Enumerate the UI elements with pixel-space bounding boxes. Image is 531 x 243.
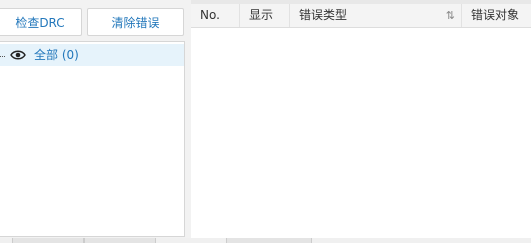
clear-errors-button[interactable]: 清除错误: [87, 8, 184, 36]
error-tree: 全部 (0): [0, 41, 185, 237]
sort-icon[interactable]: ⇅: [446, 4, 455, 27]
column-header-no[interactable]: No.: [191, 4, 240, 27]
drc-side-panel: 检查DRC 清除错误 全部 (0): [0, 0, 191, 243]
column-header-error-object[interactable]: 错误对象: [462, 4, 531, 27]
eye-icon[interactable]: [10, 49, 26, 61]
check-drc-button[interactable]: 检查DRC: [0, 8, 82, 36]
bottom-tab[interactable]: [226, 238, 312, 243]
error-table-body: [191, 28, 531, 238]
column-header-error-type-label: 错误类型: [299, 8, 348, 22]
column-header-error-type[interactable]: 错误类型 ⇅: [290, 4, 462, 27]
column-header-show[interactable]: 显示: [240, 4, 290, 27]
bottom-tab[interactable]: [84, 238, 156, 243]
table-header: No. 显示 错误类型 ⇅ 错误对象: [191, 4, 531, 28]
tree-connector: [0, 56, 5, 57]
tree-item-label: 全部 (0): [34, 48, 79, 62]
tree-item-all[interactable]: 全部 (0): [0, 44, 184, 66]
bottom-tab[interactable]: [12, 238, 84, 243]
